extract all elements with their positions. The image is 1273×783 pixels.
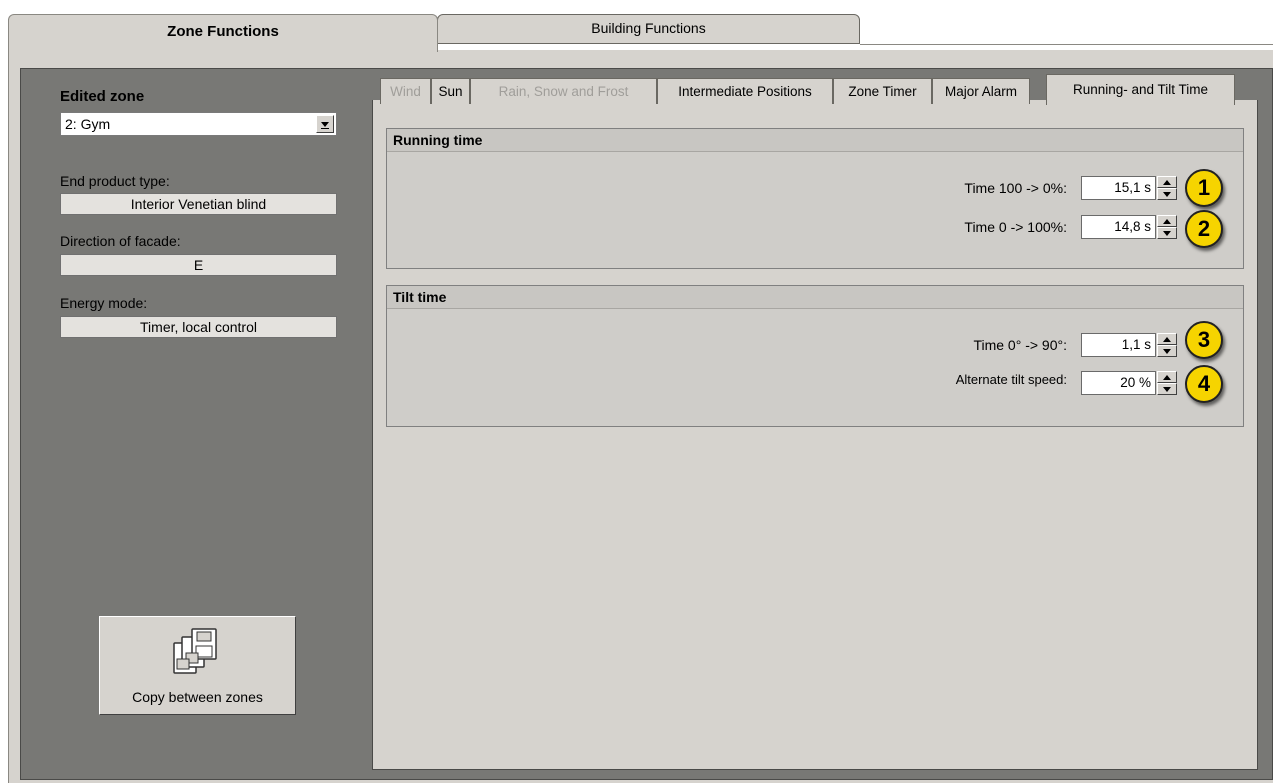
- direction-of-facade-label: Direction of facade:: [60, 233, 181, 249]
- edited-zone-label: Edited zone: [60, 88, 145, 105]
- time-0-to-90-label: Time 0° -> 90°:: [973, 337, 1067, 353]
- running-time-title: Running time: [387, 129, 1243, 152]
- time-100-to-0-label: Time 100 -> 0%:: [964, 180, 1067, 196]
- tab-running-and-tilt-time[interactable]: Running- and Tilt Time: [1046, 74, 1235, 105]
- end-product-type-field: Interior Venetian blind: [60, 193, 337, 215]
- energy-mode-label: Energy mode:: [60, 295, 148, 311]
- tab-rain-snow-frost[interactable]: Rain, Snow and Frost: [470, 78, 657, 104]
- tab-intermediate-positions[interactable]: Intermediate Positions: [657, 78, 833, 104]
- time-0-to-100-input[interactable]: 14,8 s: [1081, 215, 1156, 239]
- tab-building-functions[interactable]: Building Functions: [437, 14, 860, 44]
- end-product-type-label: End product type:: [60, 173, 170, 189]
- running-time-group: Running time Time 100 -> 0%: 15,1 s 1 Ti…: [386, 128, 1244, 269]
- callout-marker-4: 4: [1185, 365, 1223, 403]
- callout-marker-3: 3: [1185, 321, 1223, 359]
- time-0-to-90-input[interactable]: 1,1 s: [1081, 333, 1156, 357]
- tab-wind[interactable]: Wind: [380, 78, 431, 104]
- arrow-up-icon[interactable]: [1157, 371, 1177, 383]
- edited-zone-select[interactable]: 2: Gym: [60, 112, 337, 136]
- tab-major-alarm[interactable]: Major Alarm: [932, 78, 1030, 104]
- alternate-tilt-speed-label: Alternate tilt speed:: [955, 372, 1067, 387]
- time-100-to-0-stepper[interactable]: 15,1 s: [1081, 176, 1179, 200]
- tab-zone-functions[interactable]: Zone Functions: [8, 14, 438, 52]
- alternate-tilt-speed-stepper[interactable]: 20 %: [1081, 371, 1179, 395]
- time-0-to-100-stepper[interactable]: 14,8 s: [1081, 215, 1179, 239]
- arrow-down-icon[interactable]: [1157, 345, 1177, 357]
- arrow-down-icon[interactable]: [1157, 383, 1177, 395]
- tab-sun[interactable]: Sun: [431, 78, 470, 104]
- copy-between-zones-button[interactable]: Copy between zones: [99, 616, 296, 715]
- arrow-up-icon[interactable]: [1157, 215, 1177, 227]
- arrow-up-icon[interactable]: [1157, 176, 1177, 188]
- arrow-up-icon[interactable]: [1157, 333, 1177, 345]
- callout-marker-1: 1: [1185, 169, 1223, 207]
- energy-mode-field: Timer, local control: [60, 316, 337, 338]
- tilt-time-title: Tilt time: [387, 286, 1243, 309]
- arrow-down-icon[interactable]: [1157, 227, 1177, 239]
- direction-of-facade-field: E: [60, 254, 337, 276]
- copy-between-zones-label: Copy between zones: [132, 689, 263, 705]
- arrow-down-icon[interactable]: [1157, 188, 1177, 200]
- tab-strip-line: [860, 44, 1273, 45]
- edited-zone-value: 2: Gym: [65, 116, 111, 132]
- time-100-to-0-input[interactable]: 15,1 s: [1081, 176, 1156, 200]
- time-0-to-90-stepper[interactable]: 1,1 s: [1081, 333, 1179, 357]
- copy-floppy-disks-icon: [173, 628, 217, 674]
- chevron-down-icon[interactable]: [316, 115, 334, 133]
- tilt-time-group: Tilt time Time 0° -> 90°: 1,1 s 3 Altern…: [386, 285, 1244, 427]
- alternate-tilt-speed-input[interactable]: 20 %: [1081, 371, 1156, 395]
- callout-marker-2: 2: [1185, 210, 1223, 248]
- tab-zone-timer[interactable]: Zone Timer: [833, 78, 932, 104]
- time-0-to-100-label: Time 0 -> 100%:: [964, 219, 1067, 235]
